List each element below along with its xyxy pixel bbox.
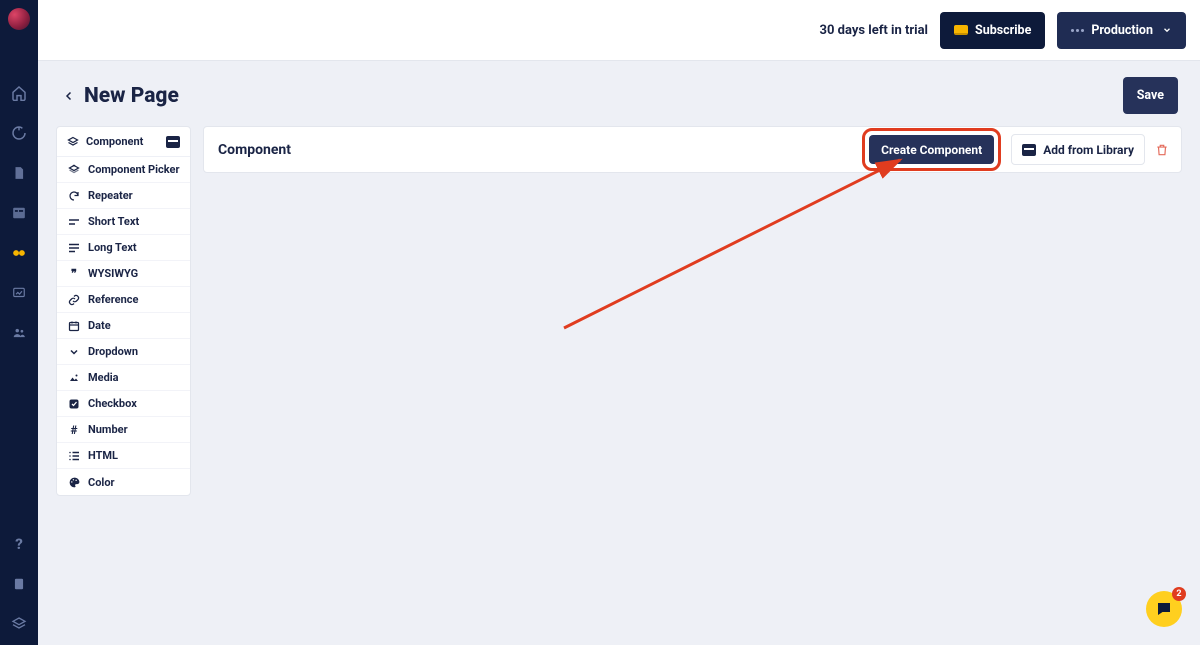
subscribe-button[interactable]: Subscribe	[940, 12, 1045, 49]
link-icon	[67, 294, 81, 306]
page-title: New Page	[84, 84, 179, 108]
field-type-checkbox[interactable]: Checkbox	[57, 391, 190, 417]
field-type-wysiwyg[interactable]: ❞ WYSIWYG	[57, 261, 190, 287]
field-item-label: HTML	[88, 449, 118, 462]
add-from-library-button[interactable]: Add from Library	[1011, 134, 1145, 165]
field-item-label: Number	[88, 423, 128, 436]
field-item-label: Date	[88, 319, 111, 332]
repeat-icon	[67, 190, 81, 202]
trial-text: 30 days left in trial	[820, 23, 928, 38]
field-panel-header-label: Component	[86, 135, 143, 148]
field-item-label: Checkbox	[88, 397, 137, 410]
field-type-media[interactable]: Media	[57, 365, 190, 391]
field-type-dropdown[interactable]: Dropdown	[57, 339, 190, 365]
environment-dropdown[interactable]: Production	[1057, 12, 1186, 49]
chevron-down-icon	[1162, 25, 1172, 35]
grid-icon[interactable]	[10, 204, 28, 222]
field-item-label: Component Picker	[88, 163, 180, 176]
users-icon[interactable]	[10, 324, 28, 342]
annotation-highlight: Create Component	[862, 128, 1001, 171]
list-icon	[67, 451, 81, 461]
app-logo[interactable]	[8, 8, 30, 30]
field-type-color[interactable]: Color	[57, 469, 190, 495]
layers-icon	[67, 164, 81, 176]
environment-dots-icon	[1071, 29, 1084, 32]
field-type-component-picker[interactable]: Component Picker	[57, 157, 190, 183]
home-icon[interactable]	[10, 84, 28, 102]
img-icon	[67, 372, 81, 384]
field-item-label: Dropdown	[88, 345, 138, 358]
field-item-label: Short Text	[88, 215, 139, 228]
chat-badge: 2	[1172, 587, 1186, 601]
field-type-long-text[interactable]: Long Text	[57, 235, 190, 261]
environment-label: Production	[1091, 23, 1153, 38]
subscribe-label: Subscribe	[975, 23, 1031, 38]
long-icon	[67, 243, 81, 253]
credit-card-icon	[954, 25, 968, 35]
media-icon[interactable]	[10, 284, 28, 302]
field-item-label: Long Text	[88, 241, 137, 254]
field-type-repeater[interactable]: Repeater	[57, 183, 190, 209]
field-type-reference[interactable]: Reference	[57, 287, 190, 313]
create-component-button[interactable]: Create Component	[869, 135, 994, 164]
field-type-html[interactable]: HTML	[57, 443, 190, 469]
field-item-label: Color	[88, 476, 115, 489]
hash-icon: #	[67, 423, 81, 437]
sidebar: ?	[0, 0, 38, 645]
layers-icon[interactable]	[10, 615, 28, 633]
field-type-short-text[interactable]: Short Text	[57, 209, 190, 235]
activity-icon[interactable]	[10, 124, 28, 142]
short-icon	[67, 218, 81, 226]
delete-button[interactable]	[1155, 142, 1169, 158]
library-icon[interactable]	[166, 136, 180, 148]
quote-icon: ❞	[67, 267, 81, 280]
field-type-date[interactable]: Date	[57, 313, 190, 339]
field-panel-header[interactable]: Component	[57, 127, 190, 157]
docs-icon[interactable]	[10, 575, 28, 593]
component-row: Component Create Component Add from Libr…	[203, 126, 1182, 173]
topbar: 30 days left in trial Subscribe Producti…	[38, 0, 1200, 61]
field-item-label: Reference	[88, 293, 138, 306]
pages-icon[interactable]	[10, 164, 28, 182]
help-icon[interactable]: ?	[10, 535, 28, 553]
component-name-input[interactable]	[301, 135, 852, 165]
field-type-number[interactable]: # Number	[57, 417, 190, 443]
field-item-label: Repeater	[88, 189, 133, 202]
page-header: New Page Save	[38, 61, 1200, 126]
stack-icon	[67, 136, 79, 148]
chat-launcher[interactable]: 2	[1146, 591, 1182, 627]
chev-icon	[67, 346, 81, 358]
back-button[interactable]	[60, 87, 78, 105]
field-types-panel: Component Component Picker Repeater Short …	[56, 126, 191, 496]
component-row-title: Component	[218, 142, 291, 158]
field-item-label: Media	[88, 371, 119, 384]
field-item-label: WYSIWYG	[88, 267, 138, 280]
save-button[interactable]: Save	[1123, 77, 1178, 114]
cal-icon	[67, 320, 81, 332]
library-icon	[1022, 144, 1036, 156]
check-icon	[67, 398, 81, 410]
pal-icon	[67, 476, 81, 489]
components-icon[interactable]	[10, 244, 28, 262]
